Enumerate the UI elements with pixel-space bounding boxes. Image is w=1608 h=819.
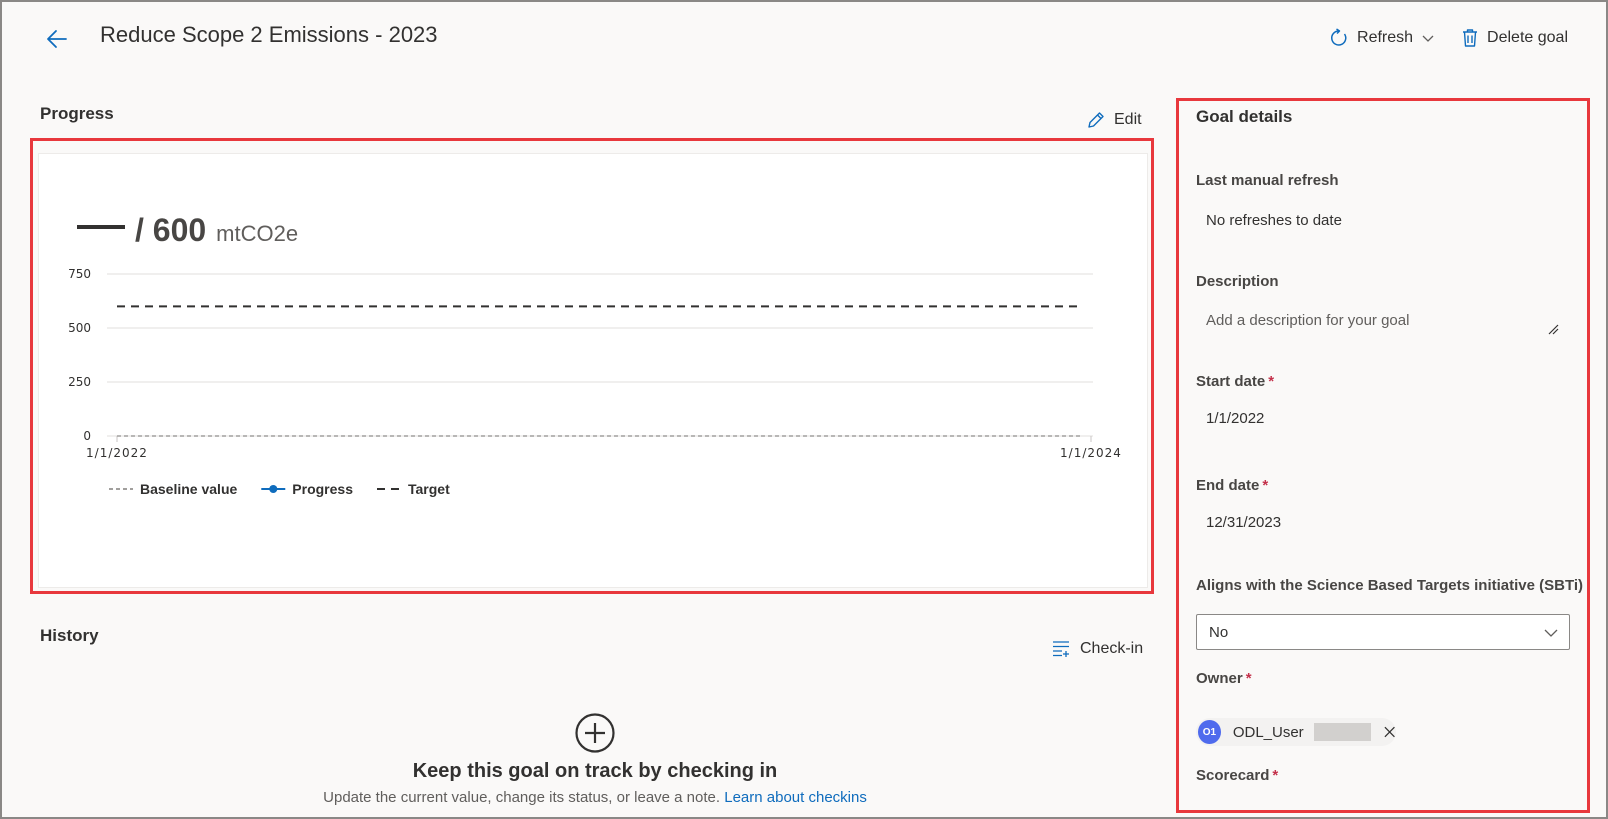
pencil-icon bbox=[1088, 112, 1104, 128]
back-button[interactable] bbox=[44, 26, 70, 52]
required-asterisk: * bbox=[1268, 373, 1275, 390]
progress-chart-card: / 600 mtCO2e 0 250 500 750 1/1/2022 1/1/2024 B… bbox=[38, 153, 1148, 588]
resize-handle-icon[interactable] bbox=[1547, 323, 1559, 335]
owner-name: ODL_User bbox=[1232, 723, 1304, 741]
edit-label: Edit bbox=[1114, 111, 1142, 128]
goal-details-title: Goal details bbox=[1196, 107, 1293, 126]
scorecard-label: Scorecard * bbox=[1196, 767, 1278, 784]
owner-label: Owner * bbox=[1196, 670, 1252, 687]
empty-state-title: Keep this goal on track by checking in bbox=[412, 760, 778, 782]
trash-icon bbox=[1463, 29, 1478, 47]
empty-state-text: Update the current value, change its sta… bbox=[323, 789, 721, 806]
sbti-dropdown[interactable]: No bbox=[1196, 614, 1570, 650]
owner-chip: O1 ODL_User bbox=[1196, 718, 1396, 746]
check-in-label: Check-in bbox=[1080, 640, 1144, 657]
page-title: Reduce Scope 2 Emissions - 2023 bbox=[100, 22, 438, 47]
progress-section-title: Progress bbox=[40, 104, 114, 123]
checklist-add-icon bbox=[1053, 641, 1069, 657]
start-date-label: Start date * bbox=[1196, 373, 1274, 390]
redacted-block bbox=[1313, 723, 1371, 741]
required-asterisk: * bbox=[1272, 767, 1279, 784]
check-in-button[interactable]: Check-in bbox=[1052, 640, 1143, 658]
y-tick-label: 750 bbox=[68, 267, 91, 281]
last-refresh-label: Last manual refresh bbox=[1196, 172, 1339, 189]
legend-label-baseline-value: Baseline value bbox=[140, 481, 237, 497]
empty-state-subtitle: Update the current value, change its sta… bbox=[300, 789, 890, 806]
goal-details-panel: Goal details Last manual refresh No refr… bbox=[1176, 98, 1590, 813]
refresh-button[interactable]: Refresh bbox=[1329, 28, 1435, 48]
refresh-icon bbox=[1331, 28, 1347, 46]
history-empty-state: Keep this goal on track by checking in U… bbox=[300, 712, 890, 806]
edit-button[interactable]: Edit bbox=[1086, 110, 1142, 130]
required-asterisk: * bbox=[1262, 477, 1269, 494]
delete-goal-button[interactable]: Delete goal bbox=[1461, 28, 1568, 48]
sbti-label: Aligns with the Science Based Targets in… bbox=[1196, 577, 1584, 594]
y-tick-label: 0 bbox=[83, 429, 91, 443]
last-refresh-value: No refreshes to date bbox=[1206, 212, 1342, 229]
end-date-label: End date * bbox=[1196, 477, 1268, 494]
refresh-label: Refresh bbox=[1357, 29, 1414, 46]
legend-label-progress: Progress bbox=[292, 481, 353, 497]
history-section-title: History bbox=[40, 626, 99, 645]
avatar: O1 bbox=[1198, 720, 1221, 744]
end-date-field[interactable]: 12/31/2023 bbox=[1206, 514, 1281, 531]
x-tick-label: 1/1/2022 bbox=[86, 446, 148, 460]
start-date-field[interactable]: 1/1/2022 bbox=[1206, 410, 1264, 427]
scorecard-label-text: Scorecard bbox=[1196, 767, 1270, 784]
required-asterisk: * bbox=[1245, 670, 1252, 687]
end-date-label-text: End date bbox=[1196, 477, 1260, 494]
arrow-left-icon bbox=[47, 30, 67, 48]
chevron-down-icon bbox=[1544, 629, 1558, 637]
progress-chart: 0 250 500 750 1/1/2022 1/1/2024 Baseline value… bbox=[68, 267, 1122, 497]
y-tick-label: 500 bbox=[68, 321, 91, 335]
chevron-down-icon bbox=[1422, 35, 1434, 42]
legend-label-target: Target bbox=[408, 481, 450, 497]
learn-about-checkins-link[interactable]: Learn about checkins bbox=[724, 789, 867, 806]
sbti-selected-value: No bbox=[1209, 623, 1229, 641]
delete-goal-label: Delete goal bbox=[1487, 29, 1568, 46]
x-tick-label: 1/1/2024 bbox=[1060, 446, 1122, 460]
close-icon[interactable] bbox=[1383, 725, 1396, 739]
owner-label-text: Owner bbox=[1196, 670, 1243, 687]
header-actions: Refresh Delete goal bbox=[1329, 28, 1568, 48]
description-field[interactable]: Add a description for your goal bbox=[1206, 312, 1409, 329]
legend-marker-progress bbox=[269, 485, 278, 493]
y-tick-label: 250 bbox=[68, 375, 91, 389]
description-label: Description bbox=[1196, 273, 1279, 290]
start-date-label-text: Start date bbox=[1196, 373, 1266, 390]
add-circle-icon[interactable] bbox=[574, 712, 616, 754]
